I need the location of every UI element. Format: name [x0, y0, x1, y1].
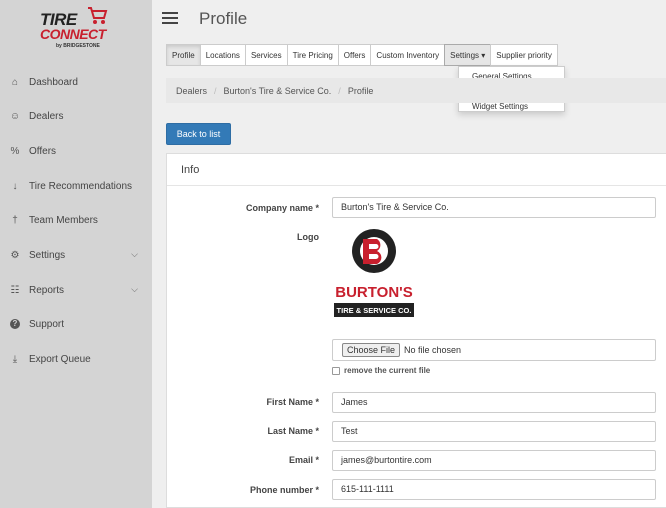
dealer-logo-subtext: TIRE & SERVICE CO. — [337, 306, 412, 315]
sidebar-item-label: Export Queue — [29, 353, 91, 365]
dealer-logo-image: BURTON'S TIRE & SERVICE CO. — [334, 229, 414, 317]
company-name-input[interactable]: Burton's Tire & Service Co. — [332, 197, 656, 218]
sort-numeric-icon: ↓ — [12, 180, 18, 192]
first-name-label: First Name * — [266, 397, 319, 407]
sidebar-item-label: Team Members — [29, 214, 98, 226]
info-panel: Info Company name * Burton's Tire & Serv… — [166, 153, 666, 508]
breadcrumb-separator: / — [214, 85, 217, 96]
remove-logo-checkbox[interactable] — [332, 366, 340, 375]
phone-number-input[interactable]: 615-111-1111 — [332, 479, 656, 500]
home-icon: ⌂ — [11, 76, 19, 88]
logo-line-3: by BRIDGESTONE — [56, 43, 100, 49]
choose-file-button[interactable]: Choose File — [342, 343, 401, 357]
percent-icon: % — [10, 145, 20, 157]
tireconnect-logo[interactable]: TIRE CONNECT by BRIDGESTONE — [38, 4, 110, 54]
tab-supplier-priority[interactable]: Supplier priority — [490, 44, 558, 66]
profile-tabs: Profile Locations Services Tire Pricing Offe… — [166, 44, 558, 66]
tab-locations[interactable]: Locations — [199, 44, 246, 66]
logo-line-2: CONNECT — [40, 26, 106, 42]
first-name-input[interactable]: James — [332, 392, 656, 413]
breadcrumb-dealers[interactable]: Dealers — [176, 86, 207, 96]
company-name-label: Company name * — [245, 203, 319, 213]
last-name-label: Last Name * — [267, 426, 319, 436]
sidebar-item-tire-recommendations[interactable]: ↓ Tire Recommendations — [0, 174, 152, 198]
last-name-input[interactable]: Test — [332, 421, 656, 442]
sidebar-item-label: Reports — [29, 284, 65, 296]
tab-profile[interactable]: Profile — [166, 44, 201, 66]
tab-tire-pricing[interactable]: Tire Pricing — [286, 44, 339, 66]
tab-settings[interactable]: Settings ▾ — [444, 44, 492, 66]
logo-label: Logo — [297, 232, 319, 242]
sidebar-item-label: Dealers — [29, 110, 64, 122]
sidebar-item-reports[interactable]: ☷ Reports ⌵ — [0, 278, 152, 302]
remove-logo-option: remove the current file — [332, 366, 430, 375]
sidebar-item-settings[interactable]: ⚙ Settings ⌵ — [0, 243, 152, 267]
panel-title: Info — [167, 154, 666, 186]
email-input[interactable]: james@burtontire.com — [332, 450, 656, 471]
sidebar-item-label: Tire Recommendations — [29, 180, 133, 192]
menu-toggle-icon[interactable] — [162, 12, 178, 26]
chevron-down-icon: ⌵ — [131, 249, 138, 259]
sidebar-item-label: Dashboard — [29, 76, 78, 88]
file-text-icon: ☷ — [10, 284, 20, 296]
sidebar-item-export-queue[interactable]: ⤓ Export Queue — [0, 347, 152, 371]
sidebar-item-support[interactable]: ? Support — [0, 312, 152, 336]
person-icon: † — [12, 214, 18, 226]
users-icon: ☺ — [9, 110, 21, 122]
breadcrumb: Dealers / Burton's Tire & Service Co. / … — [166, 78, 666, 103]
chevron-down-icon: ⌵ — [131, 284, 138, 294]
page-title: Profile — [199, 9, 248, 28]
sidebar-item-dashboard[interactable]: ⌂ Dashboard — [0, 70, 152, 94]
phone-number-label: Phone number * — [249, 485, 319, 495]
sidebar-item-label: Support — [29, 318, 65, 330]
file-status: No file chosen — [404, 345, 462, 355]
tab-services[interactable]: Services — [244, 44, 288, 66]
sidebar-item-offers[interactable]: % Offers — [0, 139, 152, 163]
sidebar-item-label: Offers — [29, 145, 57, 157]
breadcrumb-separator: / — [338, 85, 341, 96]
email-label: Email * — [288, 455, 319, 465]
sidebar: TIRE CONNECT by BRIDGESTONE ⌂ Dashboard ☺ D… — [0, 0, 152, 508]
back-to-list-button[interactable]: Back to list — [166, 123, 231, 145]
question-circle-icon: ? — [10, 319, 20, 329]
dealer-logo-text: BURTON'S — [335, 284, 412, 301]
download-icon: ⤓ — [12, 353, 18, 365]
sidebar-item-label: Settings — [29, 249, 66, 261]
tab-custom-inventory[interactable]: Custom Inventory — [370, 44, 446, 66]
breadcrumb-dealer-name[interactable]: Burton's Tire & Service Co. — [224, 86, 332, 96]
breadcrumb-current: Profile — [347, 85, 374, 96]
gears-icon: ⚙ — [10, 249, 20, 261]
sidebar-item-team-members[interactable]: † Team Members — [0, 208, 152, 232]
remove-logo-label[interactable]: remove the current file — [344, 366, 430, 375]
cart-icon — [88, 7, 108, 24]
logo-file-input[interactable]: Choose File No file chosen — [332, 339, 656, 361]
tab-offers[interactable]: Offers — [337, 44, 372, 66]
sidebar-item-dealers[interactable]: ☺ Dealers — [0, 104, 152, 128]
